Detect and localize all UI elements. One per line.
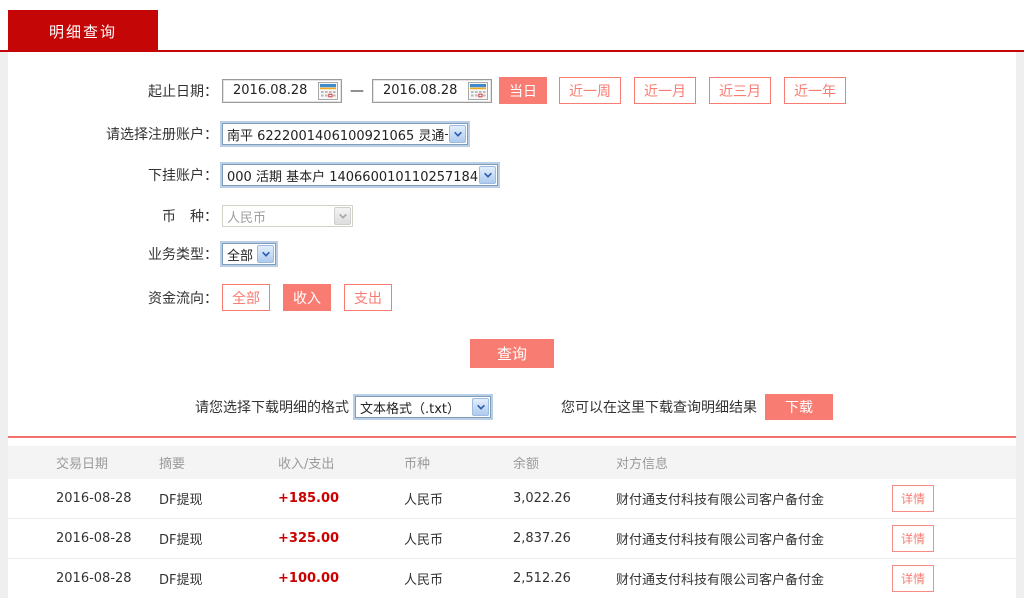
quick-range-label: 近一年 bbox=[794, 83, 836, 100]
query-button[interactable]: 查询 bbox=[470, 339, 554, 368]
date-from-input[interactable]: 2016.08.28 bbox=[222, 78, 342, 103]
download-hint: 您可以在这里下载查询明细结果 bbox=[561, 400, 757, 416]
cell-currency: 人民币 bbox=[404, 573, 444, 588]
detail-button[interactable]: 详情 bbox=[892, 565, 935, 592]
flow-option-label: 全部 bbox=[232, 290, 260, 307]
date-separator: — bbox=[350, 82, 364, 99]
cell-amount: +100.00 bbox=[278, 571, 340, 586]
col-header-amount: 收入/支出 bbox=[278, 457, 335, 472]
flow-all-button[interactable]: 全部 bbox=[222, 284, 270, 311]
currency-select: 人民币 bbox=[222, 205, 353, 227]
sub-account-value: 000 活期 基本户 1406600101102571848 bbox=[227, 169, 478, 185]
tab-detail-query[interactable]: 明细查询 bbox=[8, 10, 158, 52]
chevron-down-icon bbox=[334, 207, 351, 225]
date-to-input[interactable]: 2016.08.28 bbox=[372, 78, 492, 103]
register-account-value: 南平 6222001406100921065 灵通卡 bbox=[227, 128, 448, 144]
quick-range-label: 近一月 bbox=[644, 83, 686, 100]
biz-type-row: 业务类型： 全部 bbox=[8, 243, 1016, 265]
quick-range-year-button[interactable]: 近一年 bbox=[784, 77, 846, 104]
cell-balance: 3,022.26 bbox=[513, 491, 571, 506]
flow-option-label: 收入 bbox=[293, 290, 321, 307]
cell-balance: 2,512.26 bbox=[513, 571, 571, 586]
chevron-down-icon bbox=[257, 245, 274, 263]
query-form: 起止日期： 2016.08.28 — 2016.08.28 当日 近一周 近一月… bbox=[8, 52, 1016, 438]
currency-row: 币 种： 人民币 bbox=[8, 205, 1016, 227]
date-to-value: 2016.08.28 bbox=[383, 83, 458, 98]
chevron-down-icon bbox=[472, 398, 489, 416]
date-range-label: 起止日期： bbox=[148, 83, 218, 100]
cell-date: 2016-08-28 bbox=[56, 571, 132, 586]
cell-summary: DF提现 bbox=[159, 573, 203, 588]
cell-amount: +185.00 bbox=[278, 491, 340, 506]
sub-account-label: 下挂账户： bbox=[148, 168, 218, 184]
calendar-icon[interactable] bbox=[318, 81, 338, 100]
register-account-row: 请选择注册账户： 南平 6222001406100921065 灵通卡 bbox=[8, 123, 1016, 145]
tab-label: 明细查询 bbox=[48, 22, 117, 41]
result-table: 交易日期 摘要 收入/支出 币种 余额 对方信息 2016-08-28 DF提现… bbox=[8, 446, 1016, 598]
cell-party: 财付通支付科技有限公司客户备付金 bbox=[616, 493, 825, 508]
register-account-label: 请选择注册账户： bbox=[106, 127, 218, 143]
date-range-row: 起止日期： 2016.08.28 — 2016.08.28 当日 近一周 近一月… bbox=[8, 77, 1016, 104]
cell-currency: 人民币 bbox=[404, 533, 444, 548]
table-row: 2016-08-28 DF提现 +185.00 人民币 3,022.26 财付通… bbox=[8, 479, 1016, 519]
cell-summary: DF提现 bbox=[159, 493, 203, 508]
cell-party: 财付通支付科技有限公司客户备付金 bbox=[616, 573, 825, 588]
register-account-select[interactable]: 南平 6222001406100921065 灵通卡 bbox=[222, 123, 468, 145]
quick-range-3month-button[interactable]: 近三月 bbox=[709, 77, 771, 104]
col-header-summary: 摘要 bbox=[159, 457, 186, 472]
currency-label: 币 种： bbox=[162, 209, 218, 225]
col-header-currency: 币种 bbox=[404, 457, 431, 472]
flow-income-button[interactable]: 收入 bbox=[283, 284, 331, 311]
cell-date: 2016-08-28 bbox=[56, 531, 132, 546]
quick-range-label: 近三月 bbox=[719, 83, 761, 100]
date-from-value: 2016.08.28 bbox=[233, 83, 308, 98]
download-format-select[interactable]: 文本格式（.txt） bbox=[355, 396, 491, 418]
sub-account-row: 下挂账户： 000 活期 基本户 1406600101102571848 bbox=[8, 164, 1016, 186]
flow-expense-button[interactable]: 支出 bbox=[344, 284, 392, 311]
detail-button[interactable]: 详情 bbox=[892, 485, 935, 512]
biz-type-select[interactable]: 全部 bbox=[222, 243, 276, 265]
col-header-date: 交易日期 bbox=[56, 457, 109, 472]
fund-flow-row: 资金流向： 全部 收入 支出 bbox=[8, 284, 1016, 311]
biz-type-value: 全部 bbox=[227, 248, 254, 264]
cell-currency: 人民币 bbox=[404, 493, 444, 508]
calendar-icon[interactable] bbox=[468, 81, 488, 100]
cell-date: 2016-08-28 bbox=[56, 491, 132, 506]
cell-summary: DF提现 bbox=[159, 533, 203, 548]
chevron-down-icon bbox=[479, 166, 496, 184]
quick-range-today-button[interactable]: 当日 bbox=[499, 77, 547, 104]
table-row: 2016-08-28 DF提现 +100.00 人民币 2,512.26 财付通… bbox=[8, 559, 1016, 598]
quick-range-label: 当日 bbox=[509, 83, 537, 100]
col-header-party: 对方信息 bbox=[616, 457, 669, 472]
download-format-label: 请您选择下载明细的格式 bbox=[195, 400, 349, 416]
cell-balance: 2,837.26 bbox=[513, 531, 571, 546]
fund-flow-label: 资金流向： bbox=[148, 290, 218, 307]
download-row: 请您选择下载明细的格式 文本格式（.txt） 您可以在这里下载查询明细结果 下载 bbox=[8, 394, 1016, 420]
cell-amount: +325.00 bbox=[278, 531, 340, 546]
download-button[interactable]: 下载 bbox=[765, 394, 833, 420]
quick-range-label: 近一周 bbox=[569, 83, 611, 100]
currency-value: 人民币 bbox=[227, 210, 267, 226]
table-row: 2016-08-28 DF提现 +325.00 人民币 2,837.26 财付通… bbox=[8, 519, 1016, 559]
main-panel: 起止日期： 2016.08.28 — 2016.08.28 当日 近一周 近一月… bbox=[8, 52, 1016, 598]
quick-range-week-button[interactable]: 近一周 bbox=[559, 77, 621, 104]
chevron-down-icon bbox=[449, 125, 466, 143]
flow-option-label: 支出 bbox=[354, 290, 382, 307]
download-format-value: 文本格式（.txt） bbox=[360, 401, 461, 417]
cell-party: 财付通支付科技有限公司客户备付金 bbox=[616, 533, 825, 548]
table-header: 交易日期 摘要 收入/支出 币种 余额 对方信息 bbox=[8, 446, 1016, 479]
quick-range-month-button[interactable]: 近一月 bbox=[634, 77, 696, 104]
col-header-balance: 余额 bbox=[513, 457, 540, 472]
sub-account-select[interactable]: 000 活期 基本户 1406600101102571848 bbox=[222, 164, 498, 186]
detail-button[interactable]: 详情 bbox=[892, 525, 935, 552]
tab-bar: 明细查询 bbox=[0, 0, 1024, 52]
biz-type-label: 业务类型： bbox=[148, 247, 218, 263]
